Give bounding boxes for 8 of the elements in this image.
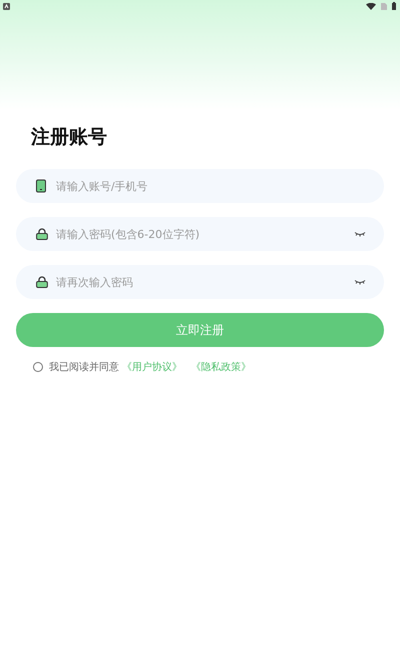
password-field[interactable]: 请再次输入密码 [16,265,384,299]
register-button[interactable]: 立即注册 [16,313,384,347]
agreement-link[interactable]: 《用户协议》 [122,360,182,374]
page-title: 注册账号 [31,125,107,149]
agreement-text: 我已阅读并同意 [49,360,119,374]
password-field[interactable]: 请输入密码(包含6-20位字符) [16,217,384,251]
account-field[interactable]: 请输入账号/手机号 [16,169,384,203]
agreement-link[interactable]: 《隐私政策》 [191,360,251,374]
